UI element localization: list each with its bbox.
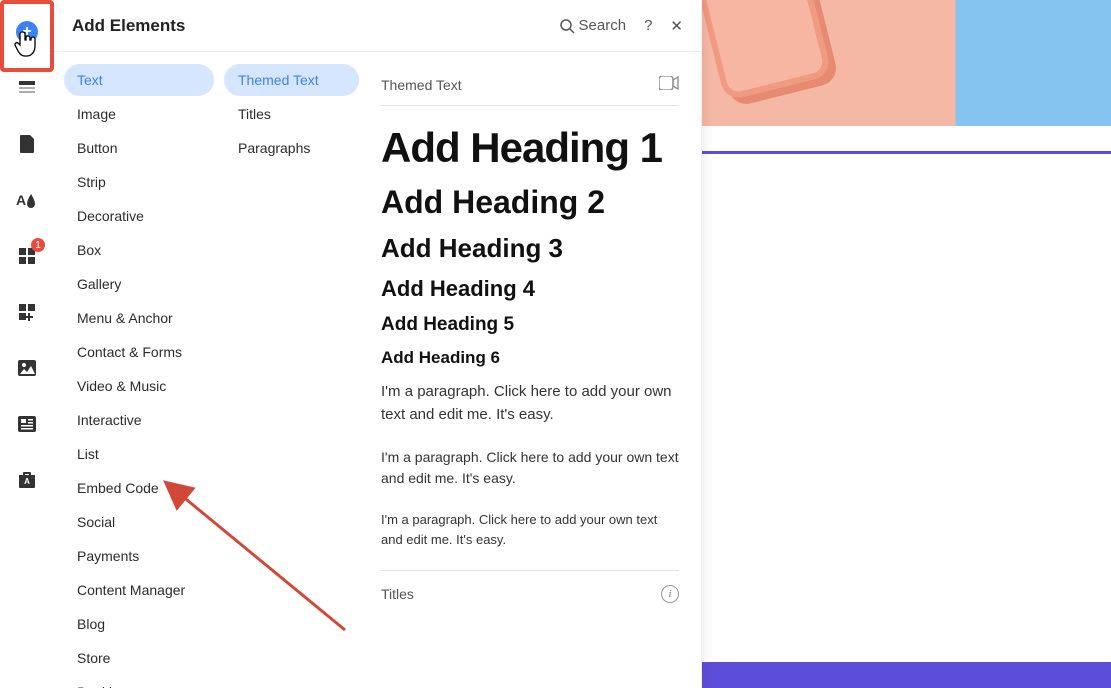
category-item-embed-code[interactable]: Embed Code xyxy=(64,472,214,504)
category-item-payments[interactable]: Payments xyxy=(64,540,214,572)
category-item-content-manager[interactable]: Content Manager xyxy=(64,574,214,606)
category-item-bookings[interactable]: Bookings xyxy=(64,676,214,688)
category-item-text[interactable]: Text xyxy=(64,64,214,96)
heading-2-sample[interactable]: Add Heading 2 xyxy=(381,184,679,221)
pages-icon[interactable] xyxy=(15,132,39,156)
heading-1-sample[interactable]: Add Heading 1 xyxy=(381,124,679,172)
category-item-button[interactable]: Button xyxy=(64,132,214,164)
info-icon[interactable]: i xyxy=(661,585,679,603)
device-mockup xyxy=(694,0,832,101)
category-item-store[interactable]: Store xyxy=(64,642,214,674)
category-item-contact-forms[interactable]: Contact & Forms xyxy=(64,336,214,368)
business-icon[interactable]: A xyxy=(15,468,39,492)
category-item-list[interactable]: List xyxy=(64,438,214,470)
badge: 1 xyxy=(31,238,45,252)
heading-4-sample[interactable]: Add Heading 4 xyxy=(381,276,679,302)
add-apps-icon[interactable] xyxy=(15,300,39,324)
close-button[interactable]: ✕ xyxy=(670,17,683,35)
svg-text:A: A xyxy=(24,477,30,486)
section-header-titles: Titles i xyxy=(381,570,679,613)
category-item-menu-anchor[interactable]: Menu & Anchor xyxy=(64,302,214,334)
search-label: Search xyxy=(579,17,627,34)
footer-bar xyxy=(702,662,1111,688)
paragraph-sample-1[interactable]: I'm a paragraph. Click here to add your … xyxy=(381,380,679,427)
subcategory-column: Themed TextTitlesParagraphs xyxy=(214,52,359,688)
section-header-themed-text: Themed Text xyxy=(381,66,679,106)
panel-actions: Search ? ✕ xyxy=(559,17,683,35)
category-item-decorative[interactable]: Decorative xyxy=(64,200,214,232)
category-item-gallery[interactable]: Gallery xyxy=(64,268,214,300)
video-icon[interactable] xyxy=(659,76,679,93)
category-column: TextImageButtonStripDecorativeBoxGallery… xyxy=(54,52,214,688)
svg-text:A: A xyxy=(16,192,26,208)
panel-title: Add Elements xyxy=(72,16,185,36)
category-item-interactive[interactable]: Interactive xyxy=(64,404,214,436)
left-toolbar: + A 1 A xyxy=(0,0,54,688)
design-icon[interactable]: A xyxy=(15,188,39,212)
add-elements-panel: Add Elements Search ? ✕ TextImageButtonS… xyxy=(54,0,702,688)
heading-6-sample[interactable]: Add Heading 6 xyxy=(381,348,679,368)
search-button[interactable]: Search xyxy=(559,17,627,34)
preview-column: Themed Text Add Heading 1 Add Heading 2 … xyxy=(359,52,701,688)
app-market-icon[interactable]: 1 xyxy=(15,244,39,268)
heading-5-sample[interactable]: Add Heading 5 xyxy=(381,314,679,336)
panel-header: Add Elements Search ? ✕ xyxy=(54,0,701,52)
sections-icon[interactable] xyxy=(15,76,39,100)
subcategory-item-themed-text[interactable]: Themed Text xyxy=(224,64,359,96)
search-icon xyxy=(559,18,575,34)
media-icon[interactable] xyxy=(15,356,39,380)
section-label: Themed Text xyxy=(381,77,462,93)
content-icon[interactable] xyxy=(15,412,39,436)
category-item-video-music[interactable]: Video & Music xyxy=(64,370,214,402)
help-button[interactable]: ? xyxy=(644,17,652,34)
pointer-cursor-icon xyxy=(14,30,38,60)
section-label: Titles xyxy=(381,586,414,602)
hero-strip xyxy=(702,0,1111,126)
paragraph-sample-3[interactable]: I'm a paragraph. Click here to add your … xyxy=(381,510,679,550)
category-item-social[interactable]: Social xyxy=(64,506,214,538)
subcategory-item-titles[interactable]: Titles xyxy=(224,98,359,130)
category-item-blog[interactable]: Blog xyxy=(64,608,214,640)
heading-3-sample[interactable]: Add Heading 3 xyxy=(381,233,679,264)
paragraph-sample-2[interactable]: I'm a paragraph. Click here to add your … xyxy=(381,447,679,490)
category-item-image[interactable]: Image xyxy=(64,98,214,130)
editor-canvas xyxy=(702,0,1111,688)
category-item-box[interactable]: Box xyxy=(64,234,214,266)
subcategory-item-paragraphs[interactable]: Paragraphs xyxy=(224,132,359,164)
category-item-strip[interactable]: Strip xyxy=(64,166,214,198)
